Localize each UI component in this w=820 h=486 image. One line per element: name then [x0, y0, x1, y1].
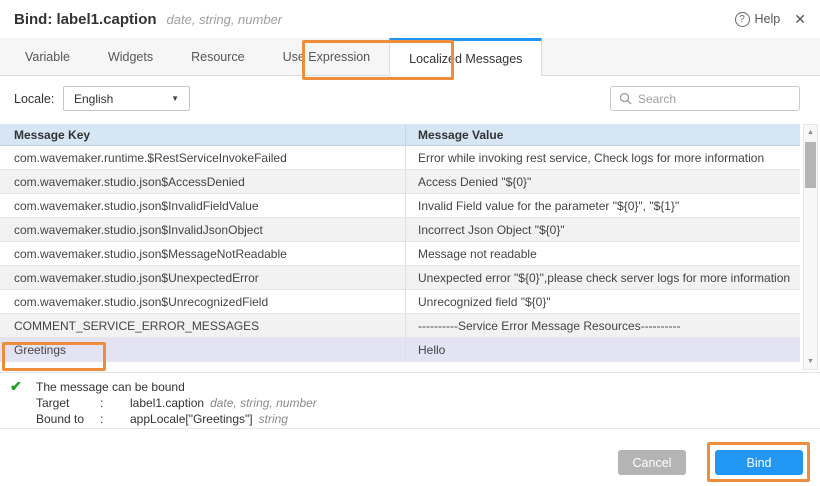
- titlebar-actions: ? Help ✕: [735, 12, 806, 27]
- message-key-cell: com.wavemaker.studio.json$AccessDenied: [0, 170, 405, 193]
- message-value-cell: Unexpected error "${0}",please check ser…: [405, 266, 800, 289]
- titlebar: Bind: label1.caption date, string, numbe…: [0, 0, 820, 38]
- table-row[interactable]: com.wavemaker.runtime.$RestServiceInvoke…: [0, 146, 800, 170]
- table-header-row: Message Key Message Value: [0, 124, 800, 146]
- table-row[interactable]: com.wavemaker.studio.json$MessageNotRead…: [0, 242, 800, 266]
- table-row[interactable]: com.wavemaker.studio.json$AccessDenied A…: [0, 170, 800, 194]
- bind-button[interactable]: Bind: [715, 450, 803, 475]
- tab-use-expression[interactable]: Use Expression: [264, 38, 390, 75]
- scrollbar-thumb[interactable]: [805, 142, 816, 188]
- table-scrollbar[interactable]: ▲ ▼: [803, 124, 818, 370]
- message-key-cell: Greetings: [0, 338, 405, 361]
- message-key-cell: com.wavemaker.studio.json$UnrecognizedFi…: [0, 290, 405, 313]
- toolbar: Locale: English ▼: [0, 76, 820, 124]
- binding-info-lines: The message can be bound Target:label1.c…: [36, 379, 317, 427]
- search-box[interactable]: [610, 86, 800, 111]
- target-colon: :: [100, 395, 130, 411]
- chevron-down-icon: ▼: [171, 94, 179, 103]
- tab-label: Localized Messages: [409, 52, 522, 66]
- table-row[interactable]: com.wavemaker.studio.json$UnrecognizedFi…: [0, 290, 800, 314]
- column-header-message-value[interactable]: Message Value: [405, 124, 800, 145]
- table-row[interactable]: COMMENT_SERVICE_ERROR_MESSAGES ---------…: [0, 314, 800, 338]
- tab-label: Use Expression: [283, 50, 371, 64]
- check-icon: ✔: [10, 378, 22, 395]
- scroll-down-icon[interactable]: ▼: [804, 355, 817, 368]
- tab-widgets[interactable]: Widgets: [89, 38, 172, 75]
- search-input[interactable]: [638, 92, 791, 106]
- message-value-cell: Invalid Field value for the parameter "$…: [405, 194, 800, 217]
- message-value-cell: Error while invoking rest service, Check…: [405, 146, 800, 169]
- dialog-title: Bind: label1.caption: [14, 11, 157, 28]
- table-row-partial: [0, 362, 800, 372]
- message-value-cell: Message not readable: [405, 242, 800, 265]
- table-row[interactable]: com.wavemaker.studio.json$UnexpectedErro…: [0, 266, 800, 290]
- search-icon: [619, 92, 632, 105]
- cancel-button[interactable]: Cancel: [618, 450, 686, 475]
- binding-bound-line: Bound to:appLocale["Greetings"] string: [36, 411, 317, 427]
- tab-bar: Variable Widgets Resource Use Expression Loc…: [0, 38, 820, 76]
- tab-label: Resource: [191, 50, 245, 64]
- target-label: Target: [36, 395, 100, 411]
- table-row[interactable]: com.wavemaker.studio.json$InvalidJsonObj…: [0, 218, 800, 242]
- footer-divider: [0, 428, 820, 429]
- tab-resource[interactable]: Resource: [172, 38, 264, 75]
- message-value-cell: Access Denied "${0}": [405, 170, 800, 193]
- message-value-cell: Hello: [405, 338, 800, 361]
- bound-to-type: string: [259, 412, 288, 426]
- message-value-cell: Incorrect Json Object "${0}": [405, 218, 800, 241]
- message-key-cell: com.wavemaker.studio.json$InvalidJsonObj…: [0, 218, 405, 241]
- locale-selected-value: English: [74, 92, 113, 106]
- message-key-cell: com.wavemaker.runtime.$RestServiceInvoke…: [0, 146, 405, 169]
- table-body: com.wavemaker.runtime.$RestServiceInvoke…: [0, 146, 820, 362]
- table-row[interactable]: Greetings Hello: [0, 338, 800, 362]
- message-value-cell: ----------Service Error Message Resource…: [405, 314, 800, 337]
- message-key-cell: com.wavemaker.studio.json$InvalidFieldVa…: [0, 194, 405, 217]
- dialog-subtitle: date, string, number: [167, 12, 283, 27]
- scroll-up-icon[interactable]: ▲: [804, 126, 817, 139]
- table-row[interactable]: com.wavemaker.studio.json$InvalidFieldVa…: [0, 194, 800, 218]
- message-value-cell: Unrecognized field "${0}": [405, 290, 800, 313]
- binding-info: ✔ The message can be bound Target:label1…: [0, 376, 820, 428]
- bind-dialog: Bind: label1.caption date, string, numbe…: [0, 0, 820, 486]
- binding-status: The message can be bound: [36, 379, 317, 395]
- message-key-cell: com.wavemaker.studio.json$MessageNotRead…: [0, 242, 405, 265]
- tab-localized-messages[interactable]: Localized Messages: [389, 38, 542, 76]
- bound-to-label: Bound to: [36, 411, 100, 427]
- binding-target-line: Target:label1.caption date, string, numbe…: [36, 395, 317, 411]
- help-icon: ?: [735, 12, 750, 27]
- message-key-cell: com.wavemaker.studio.json$UnexpectedErro…: [0, 266, 405, 289]
- close-icon[interactable]: ✕: [794, 12, 806, 26]
- tab-label: Widgets: [108, 50, 153, 64]
- locale-label: Locale:: [14, 92, 54, 106]
- tab-label: Variable: [25, 50, 70, 64]
- bound-to-colon: :: [100, 411, 130, 427]
- target-types: date, string, number: [210, 396, 317, 410]
- column-header-message-key[interactable]: Message Key: [0, 124, 405, 145]
- locale-select[interactable]: English ▼: [63, 86, 190, 111]
- message-key-cell: COMMENT_SERVICE_ERROR_MESSAGES: [0, 314, 405, 337]
- messages-table: Message Key Message Value com.wavemaker.…: [0, 124, 820, 373]
- tab-variable[interactable]: Variable: [6, 38, 89, 75]
- help-label: Help: [755, 12, 781, 26]
- bound-to-value: appLocale["Greetings"]: [130, 412, 253, 426]
- target-value: label1.caption: [130, 396, 204, 410]
- help-button[interactable]: ? Help: [735, 12, 781, 27]
